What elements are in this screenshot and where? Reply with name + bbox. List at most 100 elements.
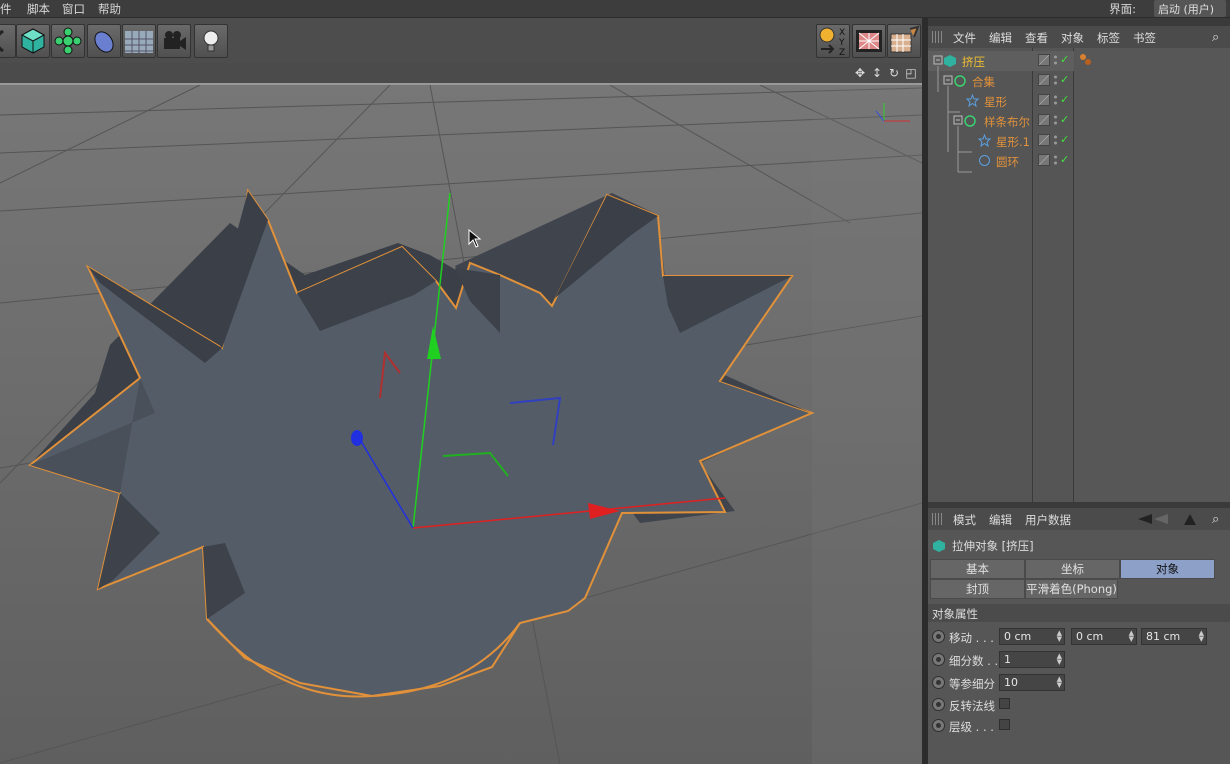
prop-isoparm: 等参细分 10 ▲ ▼ [932, 673, 1228, 693]
hierarchical-checkbox[interactable] [999, 719, 1010, 730]
zoom-view-icon[interactable]: ↕ [870, 66, 884, 80]
object-manager-menubar: 文件 编辑 查看 对象 标签 书签 ⌕ [928, 26, 1230, 48]
isoparm-field[interactable]: 10 ▲ ▼ [999, 674, 1065, 691]
mograph-cloner-icon[interactable] [51, 24, 85, 58]
prop-movement: 移动 . . . 0 cm ▲ ▼ 0 cm ▲ ▼ 81 cm ▲ ▼ [932, 627, 1228, 647]
attribute-manager: 模式 编辑 用户数据 ⌕ 拉伸对象 [挤压] 基本 坐标 对象 封顶 平滑着色(… [928, 508, 1230, 764]
viewport-scene[interactable] [0, 63, 922, 764]
viewport-safe-frame [812, 85, 922, 764]
tab-caps[interactable]: 封顶 [930, 579, 1025, 599]
enabled-check-icon[interactable]: ✓ [1060, 53, 1069, 66]
enabled-check-icon[interactable]: ✓ [1060, 153, 1069, 166]
enabled-check-icon[interactable]: ✓ [1060, 113, 1069, 126]
om-search-icon[interactable]: ⌕ [1212, 30, 1219, 45]
layout-select[interactable]: 启动 (用户) [1154, 0, 1226, 17]
visibility-flag[interactable] [1038, 74, 1050, 86]
animate-radio[interactable] [932, 719, 945, 732]
editor-render-dots-icon[interactable] [1053, 154, 1058, 166]
forward-arrow-icon[interactable] [1154, 514, 1168, 524]
camera-icon[interactable] [157, 24, 191, 58]
axis-x-label: X [839, 28, 845, 38]
menu-item-file[interactable]: 件 [0, 1, 12, 17]
om-menu-view[interactable]: 查看 [1025, 30, 1048, 46]
visibility-flag[interactable] [1038, 154, 1050, 166]
deformer-icon[interactable] [87, 24, 121, 58]
tab-basic[interactable]: 基本 [930, 559, 1025, 579]
editor-render-dots-icon[interactable] [1053, 94, 1058, 106]
hierarchy-lines [937, 66, 972, 173]
render-view-icon[interactable] [852, 24, 886, 58]
om-object-name[interactable]: 圆环 [996, 154, 1019, 170]
editor-render-dots-icon[interactable] [1053, 54, 1058, 66]
visibility-flag[interactable] [1038, 94, 1050, 106]
phong-tag-icon[interactable] [1079, 53, 1093, 67]
editor-render-dots-icon[interactable] [1053, 74, 1058, 86]
axis-z-handle [351, 430, 363, 446]
om-menu-bookmarks[interactable]: 书签 [1133, 30, 1156, 46]
om-object-name[interactable]: 星形.1 [996, 134, 1030, 150]
mouse-cursor-icon [468, 229, 482, 248]
prop-hierarchical: 层级 . . . [932, 716, 1228, 736]
om-menu-file[interactable]: 文件 [953, 30, 976, 46]
am-menu-mode[interactable]: 模式 [953, 512, 976, 528]
visibility-flag[interactable] [1038, 54, 1050, 66]
movement-z-field[interactable]: 81 cm ▲ ▼ [1141, 628, 1207, 645]
bend-tool-icon[interactable] [0, 24, 16, 58]
extrude-icon [933, 540, 945, 552]
tab-phong[interactable]: 平滑着色(Phong) [1025, 579, 1118, 599]
prop-label: 细分数 . . [949, 654, 999, 668]
am-nav-icons [1138, 514, 1196, 525]
flip-normals-checkbox[interactable] [999, 698, 1010, 709]
om-menu-objects[interactable]: 对象 [1061, 30, 1084, 46]
am-menu-userdata[interactable]: 用户数据 [1025, 512, 1071, 528]
enabled-check-icon[interactable]: ✓ [1060, 93, 1069, 106]
object-manager: 文件 编辑 查看 对象 标签 书签 ⌕ 挤压 ✓ 合集 ✓ 星形 ✓ 样条布尔 … [928, 26, 1230, 502]
enabled-check-icon[interactable]: ✓ [1060, 73, 1069, 86]
movement-x-field[interactable]: 0 cm ▲ ▼ [999, 628, 1065, 645]
visibility-flag[interactable] [1038, 114, 1050, 126]
maximize-view-icon[interactable]: ◰ [904, 66, 918, 80]
editor-render-dots-icon[interactable] [1053, 114, 1058, 126]
main-toolbar: X Y Z [0, 18, 923, 63]
menu-item-help[interactable]: 帮助 [98, 1, 121, 17]
move-view-icon[interactable]: ✥ [853, 66, 867, 80]
menu-item-script[interactable]: 脚本 [27, 1, 50, 17]
floor-scene-icon[interactable] [122, 24, 156, 58]
attribute-manager-menubar: 模式 编辑 用户数据 ⌕ [928, 508, 1230, 530]
up-arrow-icon[interactable] [1184, 514, 1196, 525]
prop-label: 反转法线 [949, 699, 995, 713]
enabled-check-icon[interactable]: ✓ [1060, 133, 1069, 146]
layout-label: 界面: [1109, 2, 1136, 16]
coordinate-system-icon[interactable]: X Y Z [816, 24, 850, 58]
animate-radio[interactable] [932, 676, 945, 689]
rotate-view-icon[interactable]: ↻ [887, 66, 901, 80]
light-icon[interactable] [194, 24, 228, 58]
om-tags-column [1075, 48, 1230, 502]
am-search-icon[interactable]: ⌕ [1212, 512, 1219, 527]
animate-radio[interactable] [932, 653, 945, 666]
panel-grip-icon[interactable] [932, 513, 944, 525]
back-arrow-icon[interactable] [1138, 514, 1152, 524]
panel-grip-icon[interactable] [932, 31, 944, 43]
om-menu-edit[interactable]: 编辑 [989, 30, 1012, 46]
section-object-properties: 对象属性 [928, 604, 1230, 622]
main-menubar: 件 脚本 窗口 帮助 界面: 启动 (用户) [0, 0, 1230, 18]
am-object-title: 拉伸对象 [挤压] [932, 538, 1034, 554]
axis-z-label: Z [839, 48, 845, 57]
animate-radio[interactable] [932, 630, 945, 643]
3d-viewport[interactable]: ✥ ↕ ↻ ◰ [0, 63, 922, 764]
animate-radio[interactable] [932, 698, 945, 711]
cube-object-icon[interactable] [16, 24, 50, 58]
am-menu-edit[interactable]: 编辑 [989, 512, 1012, 528]
menu-item-window[interactable]: 窗口 [62, 1, 85, 17]
movement-y-field[interactable]: 0 cm ▲ ▼ [1071, 628, 1137, 645]
render-settings-icon[interactable] [887, 24, 921, 58]
visibility-flag[interactable] [1038, 134, 1050, 146]
tab-object[interactable]: 对象 [1120, 559, 1215, 579]
om-menu-tags[interactable]: 标签 [1097, 30, 1120, 46]
am-title-text: 拉伸对象 [挤压] [952, 539, 1034, 553]
subdivision-field[interactable]: 1 ▲ ▼ [999, 651, 1065, 668]
axis-y-label: Y [838, 38, 845, 48]
tab-coord[interactable]: 坐标 [1025, 559, 1120, 579]
editor-render-dots-icon[interactable] [1053, 134, 1058, 146]
